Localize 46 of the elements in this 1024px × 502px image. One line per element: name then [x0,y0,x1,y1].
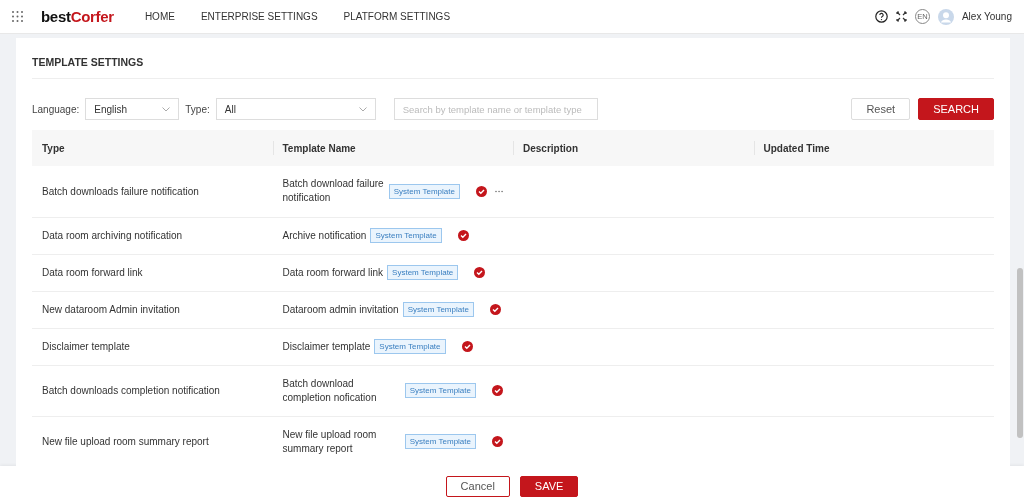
tag: System Template [402,302,474,317]
primary-button[interactable]: SAVE [519,475,579,497]
template-name: Disclaimer template [282,339,371,354]
fullscreen-icon[interactable] [895,11,907,22]
tag: System Template [388,183,460,199]
filter-label: Language: [32,103,80,115]
table-cell: New dataroom Admin invitation [32,291,273,328]
table-cell: Data room archiving notification [32,217,273,254]
template-name: New file upload room summary report [282,427,378,456]
column-header[interactable]: Type [32,130,273,166]
nav-link[interactable]: HOME [131,11,188,22]
user-name[interactable]: Alex Young [961,11,1012,22]
template-name: Archive notification [282,228,367,243]
apps-grid-icon[interactable] [12,11,23,22]
tag: System Template [404,383,476,398]
secondary-button[interactable]: Reset [851,98,911,120]
dropdown[interactable]: All [215,98,376,120]
tag: System Template [374,339,446,354]
tag: System Template [387,265,459,280]
scrollbar[interactable] [1017,268,1023,438]
column-header[interactable]: Description [513,130,754,166]
caret-icon [358,106,367,112]
logo[interactable]: bestCorfer [41,8,114,25]
help-icon[interactable] [874,10,888,23]
table-cell: Batch downloads completion notification [32,365,273,416]
tag: System Template [370,228,442,243]
template-name: Batch download completion nofication [282,376,378,405]
column-header[interactable]: Updated Time [753,130,994,166]
table-cell: Data room forward link [32,254,273,291]
template-name: Batch download failure notification [282,177,385,206]
template-name: Data room forward link [282,265,384,280]
tag: System Template [404,434,476,449]
nav-link[interactable]: ENTERPRISE SETTINGS [187,11,331,22]
template-name: Dataroom admin invitation [282,302,399,317]
dropdown[interactable]: English [85,98,180,120]
caret-icon [162,106,171,112]
section-title: TEMPLATE SETTINGS [32,38,994,79]
primary-button[interactable]: SEARCH [918,98,994,120]
secondary-button[interactable]: Cancel [445,475,510,497]
more-icon[interactable] [494,189,503,193]
filter-label: Type: [185,103,210,115]
nav-link[interactable]: PLATFORM SETTINGS [330,11,464,22]
search-field[interactable]: Search by template name or template type [393,98,598,120]
column-header[interactable]: Template Name [272,130,513,166]
table-cell: Disclaimer template [32,328,273,365]
table-cell: Batch downloads failure notification [32,166,273,217]
